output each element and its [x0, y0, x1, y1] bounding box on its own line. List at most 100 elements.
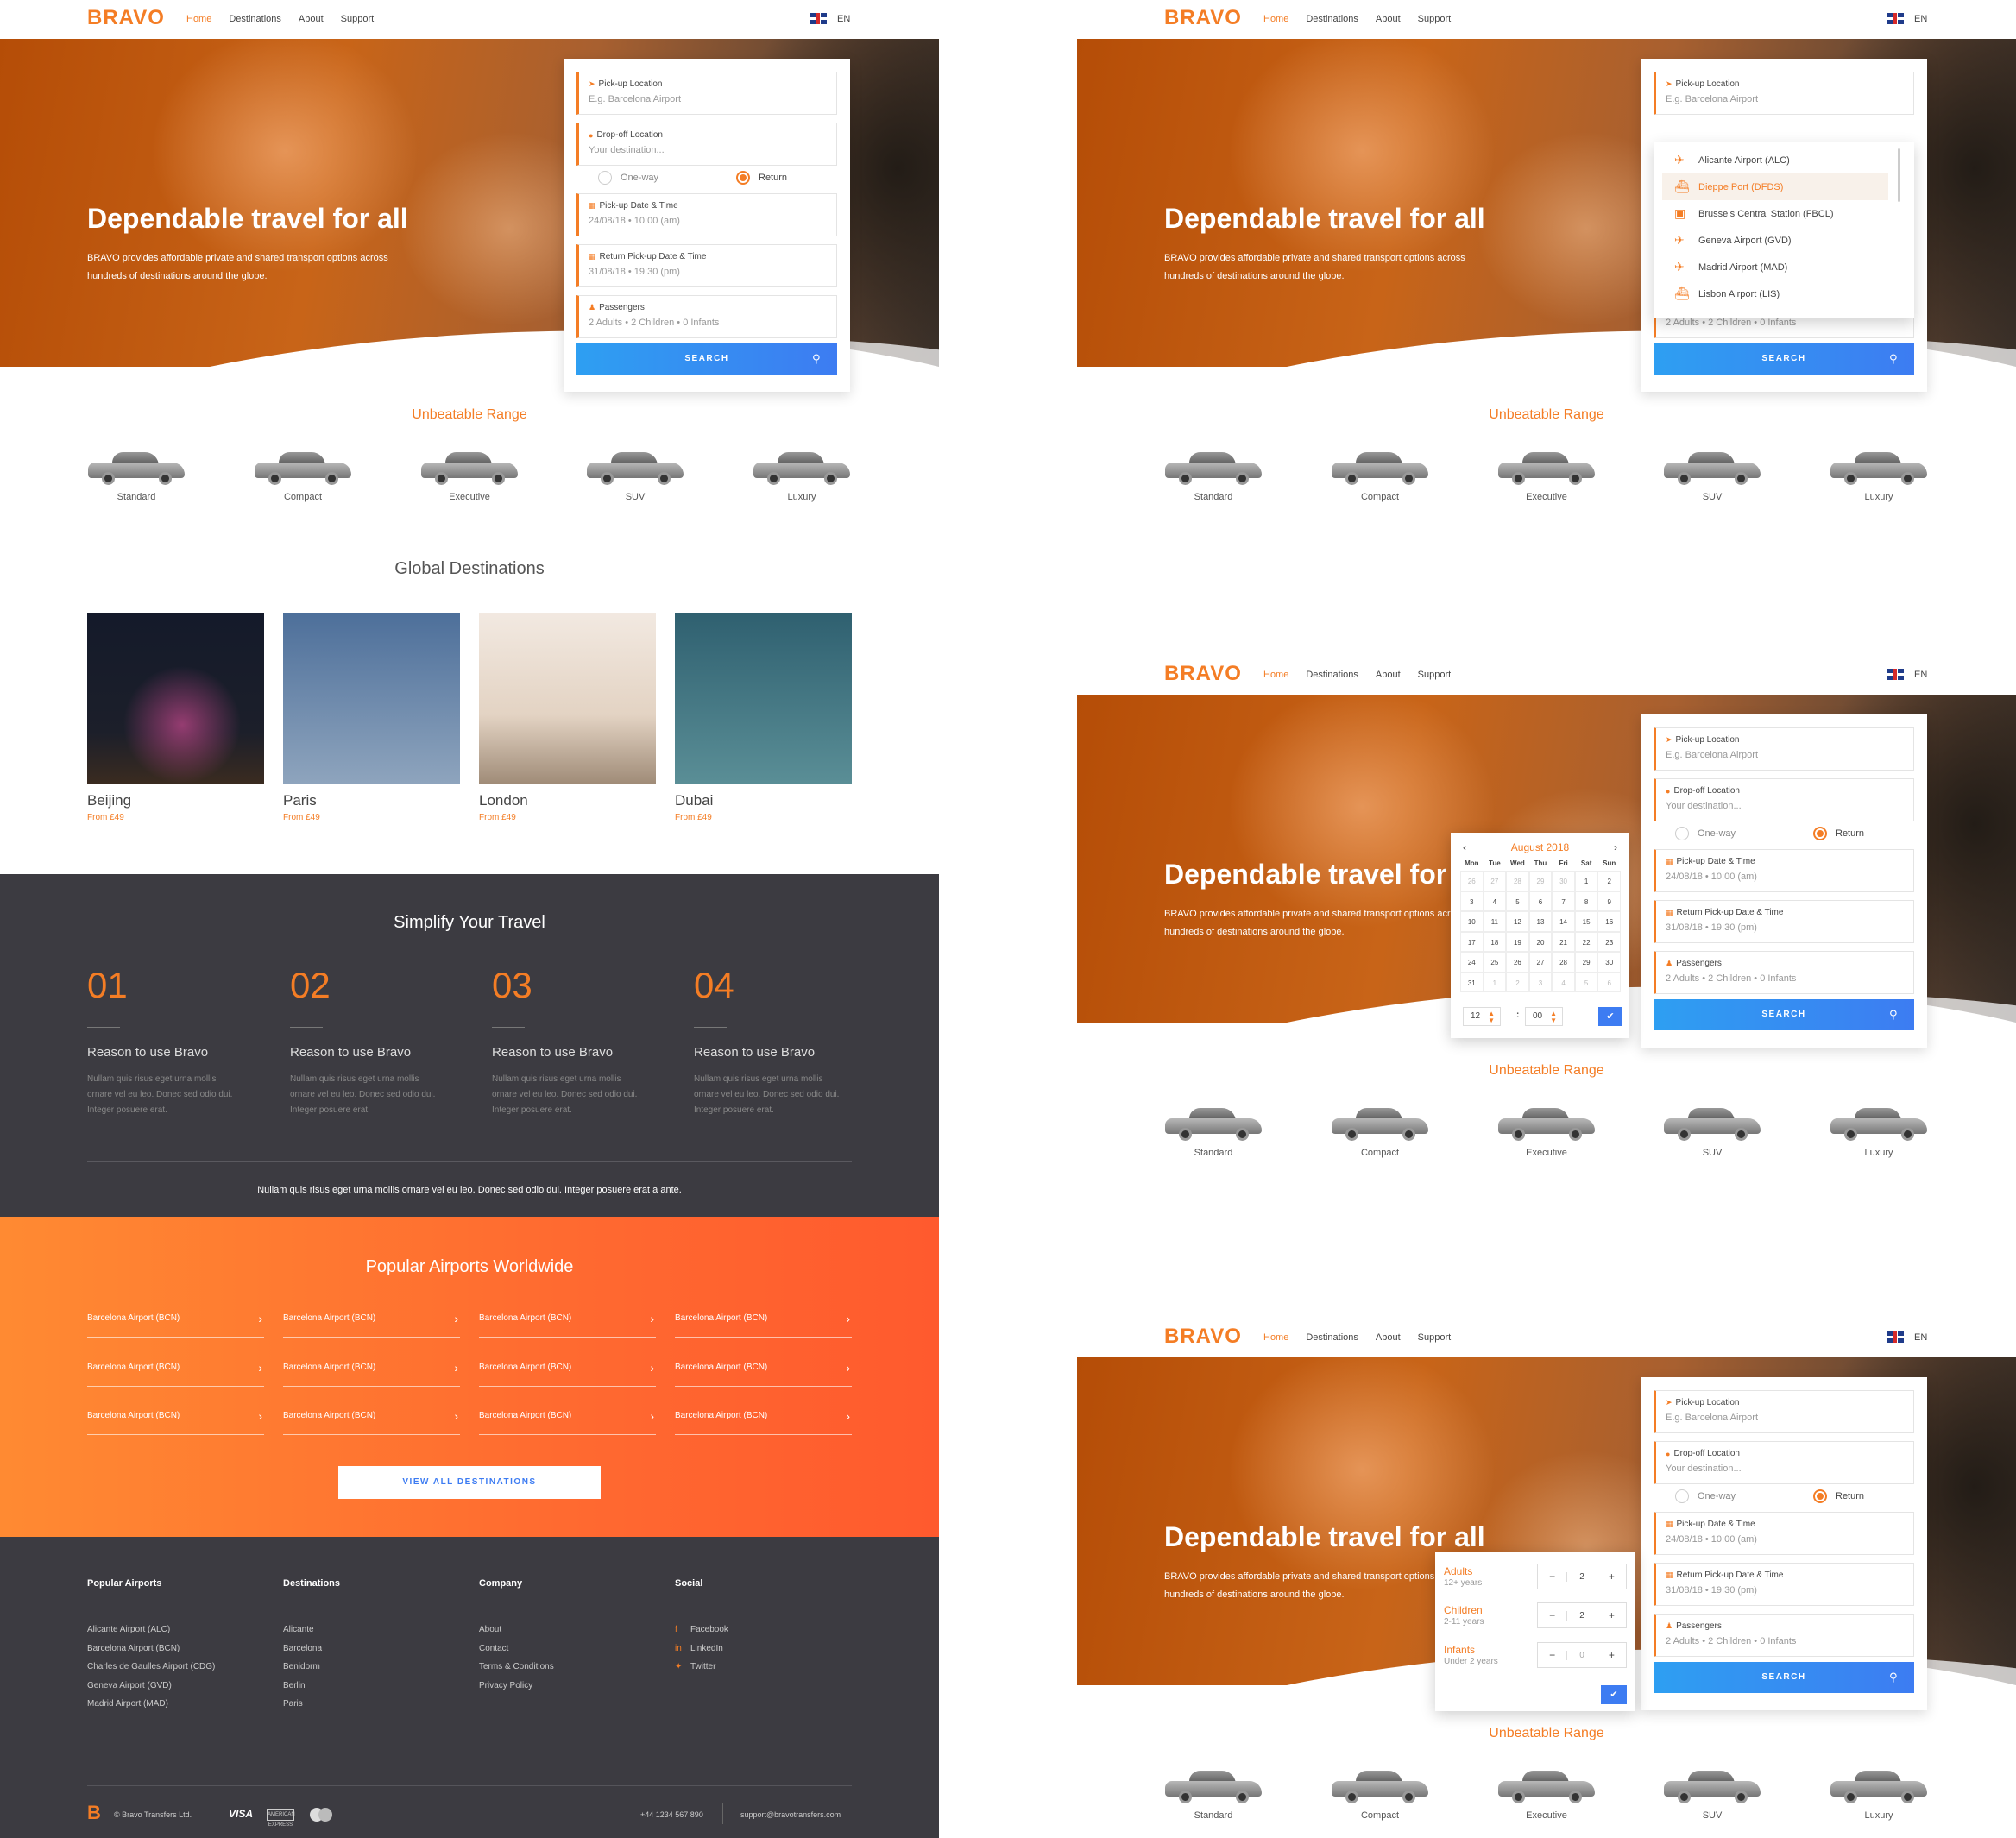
pickup-date-field[interactable]: ▦ Pick-up Date & Time 24/08/18 • 10:00 (a… — [576, 193, 837, 236]
pickup-field[interactable]: ➤ Pick-up Location E.g. Barcelona Airport — [1654, 727, 1914, 771]
language-selector[interactable]: EN — [1887, 669, 1927, 680]
footer-link[interactable]: Barcelona Airport (BCN) — [87, 1640, 260, 1659]
confirm-passengers-button[interactable]: ✔ — [1601, 1685, 1627, 1704]
calendar-day[interactable]: 6 — [1597, 972, 1621, 992]
airport-link[interactable]: Barcelona Airport (BCN) › — [675, 1312, 852, 1338]
pickup-date-field[interactable]: ▦ Pick-up Date & Time 24/08/18 • 10:00 (am… — [1654, 849, 1914, 892]
language-selector[interactable]: EN — [1887, 13, 1927, 24]
nav-home[interactable]: Home — [1263, 670, 1288, 680]
calendar-day[interactable]: 13 — [1528, 911, 1553, 932]
calendar-day[interactable]: 2 — [1506, 972, 1529, 992]
car-standard[interactable]: Standard — [85, 450, 188, 502]
pickup-field[interactable]: ➤ Pick-up Location E.g. Barcelona Airport — [576, 72, 837, 115]
language-selector[interactable]: EN — [810, 13, 850, 24]
linkedin-link[interactable]: in LinkedIn — [675, 1640, 847, 1659]
dropdown-item-selected[interactable]: ⛴ Dieppe Port (DFDS) — [1662, 173, 1888, 200]
airport-link[interactable]: Barcelona Airport (BCN) › — [283, 1312, 460, 1338]
return-radio[interactable]: Return — [1813, 827, 1864, 840]
dropoff-field[interactable]: ● Drop-off Location Your destination... — [576, 123, 837, 166]
passengers-field[interactable]: ♟ Passengers 2 Adults • 2 Children • 0 In… — [576, 295, 837, 338]
calendar-day[interactable]: 5 — [1574, 972, 1598, 992]
calendar-day[interactable]: 2 — [1597, 871, 1621, 891]
calendar-day[interactable]: 10 — [1460, 911, 1484, 932]
search-button[interactable]: SEARCH ⚲ — [1654, 343, 1914, 375]
footer-link[interactable]: Madrid Airport (MAD) — [87, 1695, 260, 1714]
hour-stepper[interactable]: 12 ▲ ▼ — [1463, 1007, 1501, 1026]
dropdown-item[interactable]: ⛴ Lisbon Airport (LIS) — [1654, 280, 1914, 307]
twitter-link[interactable]: ✦ Twitter — [675, 1658, 847, 1677]
logo[interactable]: BRAVO — [1164, 1325, 1242, 1349]
pickup-field[interactable]: ➤ Pick-up Location E.g. Barcelona Airport — [1654, 1390, 1914, 1433]
footer-link[interactable]: Terms & Conditions — [479, 1658, 652, 1677]
dropdown-item[interactable]: ▣ Brussels Central Station (FBCL) — [1654, 200, 1914, 227]
chevron-right-icon[interactable]: › — [1614, 841, 1617, 853]
footer-link[interactable]: About — [479, 1621, 652, 1640]
calendar-day[interactable]: 1 — [1483, 972, 1507, 992]
airport-link[interactable]: Barcelona Airport (BCN) › — [283, 1361, 460, 1387]
airport-link[interactable]: Barcelona Airport (BCN) › — [675, 1409, 852, 1435]
plus-icon[interactable]: + — [1597, 1649, 1626, 1661]
car-luxury[interactable]: Luxury — [1827, 1769, 1931, 1821]
footer-link[interactable]: Geneva Airport (GVD) — [87, 1677, 260, 1696]
footer-link[interactable]: Berlin — [283, 1677, 456, 1696]
calendar-day[interactable]: 19 — [1506, 931, 1529, 952]
footer-phone[interactable]: +44 1234 567 890 — [640, 1810, 703, 1819]
car-suv[interactable]: SUV — [1660, 1106, 1764, 1158]
footer-link[interactable]: Alicante Airport (ALC) — [87, 1621, 260, 1640]
car-standard[interactable]: Standard — [1162, 450, 1265, 502]
nav-support[interactable]: Support — [1418, 1332, 1452, 1343]
search-button[interactable]: SEARCH ⚲ — [1654, 1662, 1914, 1693]
footer-email[interactable]: support@bravotransfers.com — [740, 1810, 841, 1819]
dest-card-beijing[interactable]: Beijing From £49 — [87, 613, 264, 822]
calendar-day[interactable]: 11 — [1483, 911, 1507, 932]
nav-about[interactable]: About — [1376, 1332, 1401, 1343]
dropdown-item[interactable]: ✈ Geneva Airport (GVD) — [1654, 227, 1914, 254]
calendar-day[interactable]: 17 — [1460, 931, 1484, 952]
calendar-day[interactable]: 20 — [1528, 931, 1553, 952]
calendar-day[interactable]: 16 — [1597, 911, 1621, 932]
footer-link[interactable]: Alicante — [283, 1621, 456, 1640]
footer-link[interactable]: Privacy Policy — [479, 1677, 652, 1696]
nav-support[interactable]: Support — [1418, 14, 1452, 24]
calendar-day[interactable]: 1 — [1574, 871, 1598, 891]
facebook-link[interactable]: f Facebook — [675, 1621, 847, 1640]
calendar-day[interactable]: 3 — [1460, 891, 1484, 911]
car-luxury[interactable]: Luxury — [1827, 450, 1931, 502]
oneway-radio[interactable]: One-way — [1675, 1489, 1736, 1503]
car-executive[interactable]: Executive — [1495, 1106, 1598, 1158]
calendar-day[interactable]: 23 — [1597, 931, 1621, 952]
airport-link[interactable]: Barcelona Airport (BCN) › — [87, 1312, 264, 1338]
car-luxury[interactable]: Luxury — [1827, 1106, 1931, 1158]
calendar-day[interactable]: 27 — [1528, 952, 1553, 973]
car-luxury[interactable]: Luxury — [750, 450, 854, 502]
calendar-day[interactable]: 24 — [1460, 952, 1484, 973]
minus-icon[interactable]: − — [1538, 1609, 1566, 1621]
calendar-day[interactable]: 28 — [1506, 871, 1529, 891]
airport-link[interactable]: Barcelona Airport (BCN) › — [479, 1361, 656, 1387]
return-radio[interactable]: Return — [1813, 1489, 1864, 1503]
calendar-day[interactable]: 27 — [1483, 871, 1507, 891]
calendar-day[interactable]: 6 — [1528, 891, 1553, 911]
nav-destinations[interactable]: Destinations — [1306, 1332, 1358, 1343]
footer-link[interactable]: Charles de Gaulles Airport (CDG) — [87, 1658, 260, 1677]
children-stepper[interactable]: −2 + — [1537, 1602, 1627, 1628]
logo[interactable]: BRAVO — [1164, 6, 1242, 30]
car-compact[interactable]: Compact — [1328, 450, 1432, 502]
calendar-day[interactable]: 9 — [1597, 891, 1621, 911]
nav-home[interactable]: Home — [186, 14, 211, 24]
calendar-day[interactable]: 29 — [1528, 871, 1553, 891]
car-compact[interactable]: Compact — [1328, 1106, 1432, 1158]
return-date-field[interactable]: ▦ Return Pick-up Date & Time 31/08/18 • 19… — [1654, 900, 1914, 943]
dest-card-paris[interactable]: Paris From £49 — [283, 613, 460, 822]
airport-link[interactable]: Barcelona Airport (BCN) › — [675, 1361, 852, 1387]
car-executive[interactable]: Executive — [1495, 1769, 1598, 1821]
minus-icon[interactable]: − — [1538, 1570, 1566, 1583]
footer-link[interactable]: Contact — [479, 1640, 652, 1659]
oneway-radio[interactable]: One-way — [1675, 827, 1736, 840]
pickup-field[interactable]: ➤ Pick-up Location E.g. Barcelona Airport — [1654, 72, 1914, 115]
oneway-radio[interactable]: One-way — [598, 171, 658, 185]
dropdown-item[interactable]: ✈ Madrid Airport (MAD) — [1654, 254, 1914, 280]
dropdown-item[interactable]: ✈ Alicante Airport (ALC) — [1654, 147, 1914, 173]
car-executive[interactable]: Executive — [418, 450, 521, 502]
calendar-day[interactable]: 3 — [1528, 972, 1553, 992]
